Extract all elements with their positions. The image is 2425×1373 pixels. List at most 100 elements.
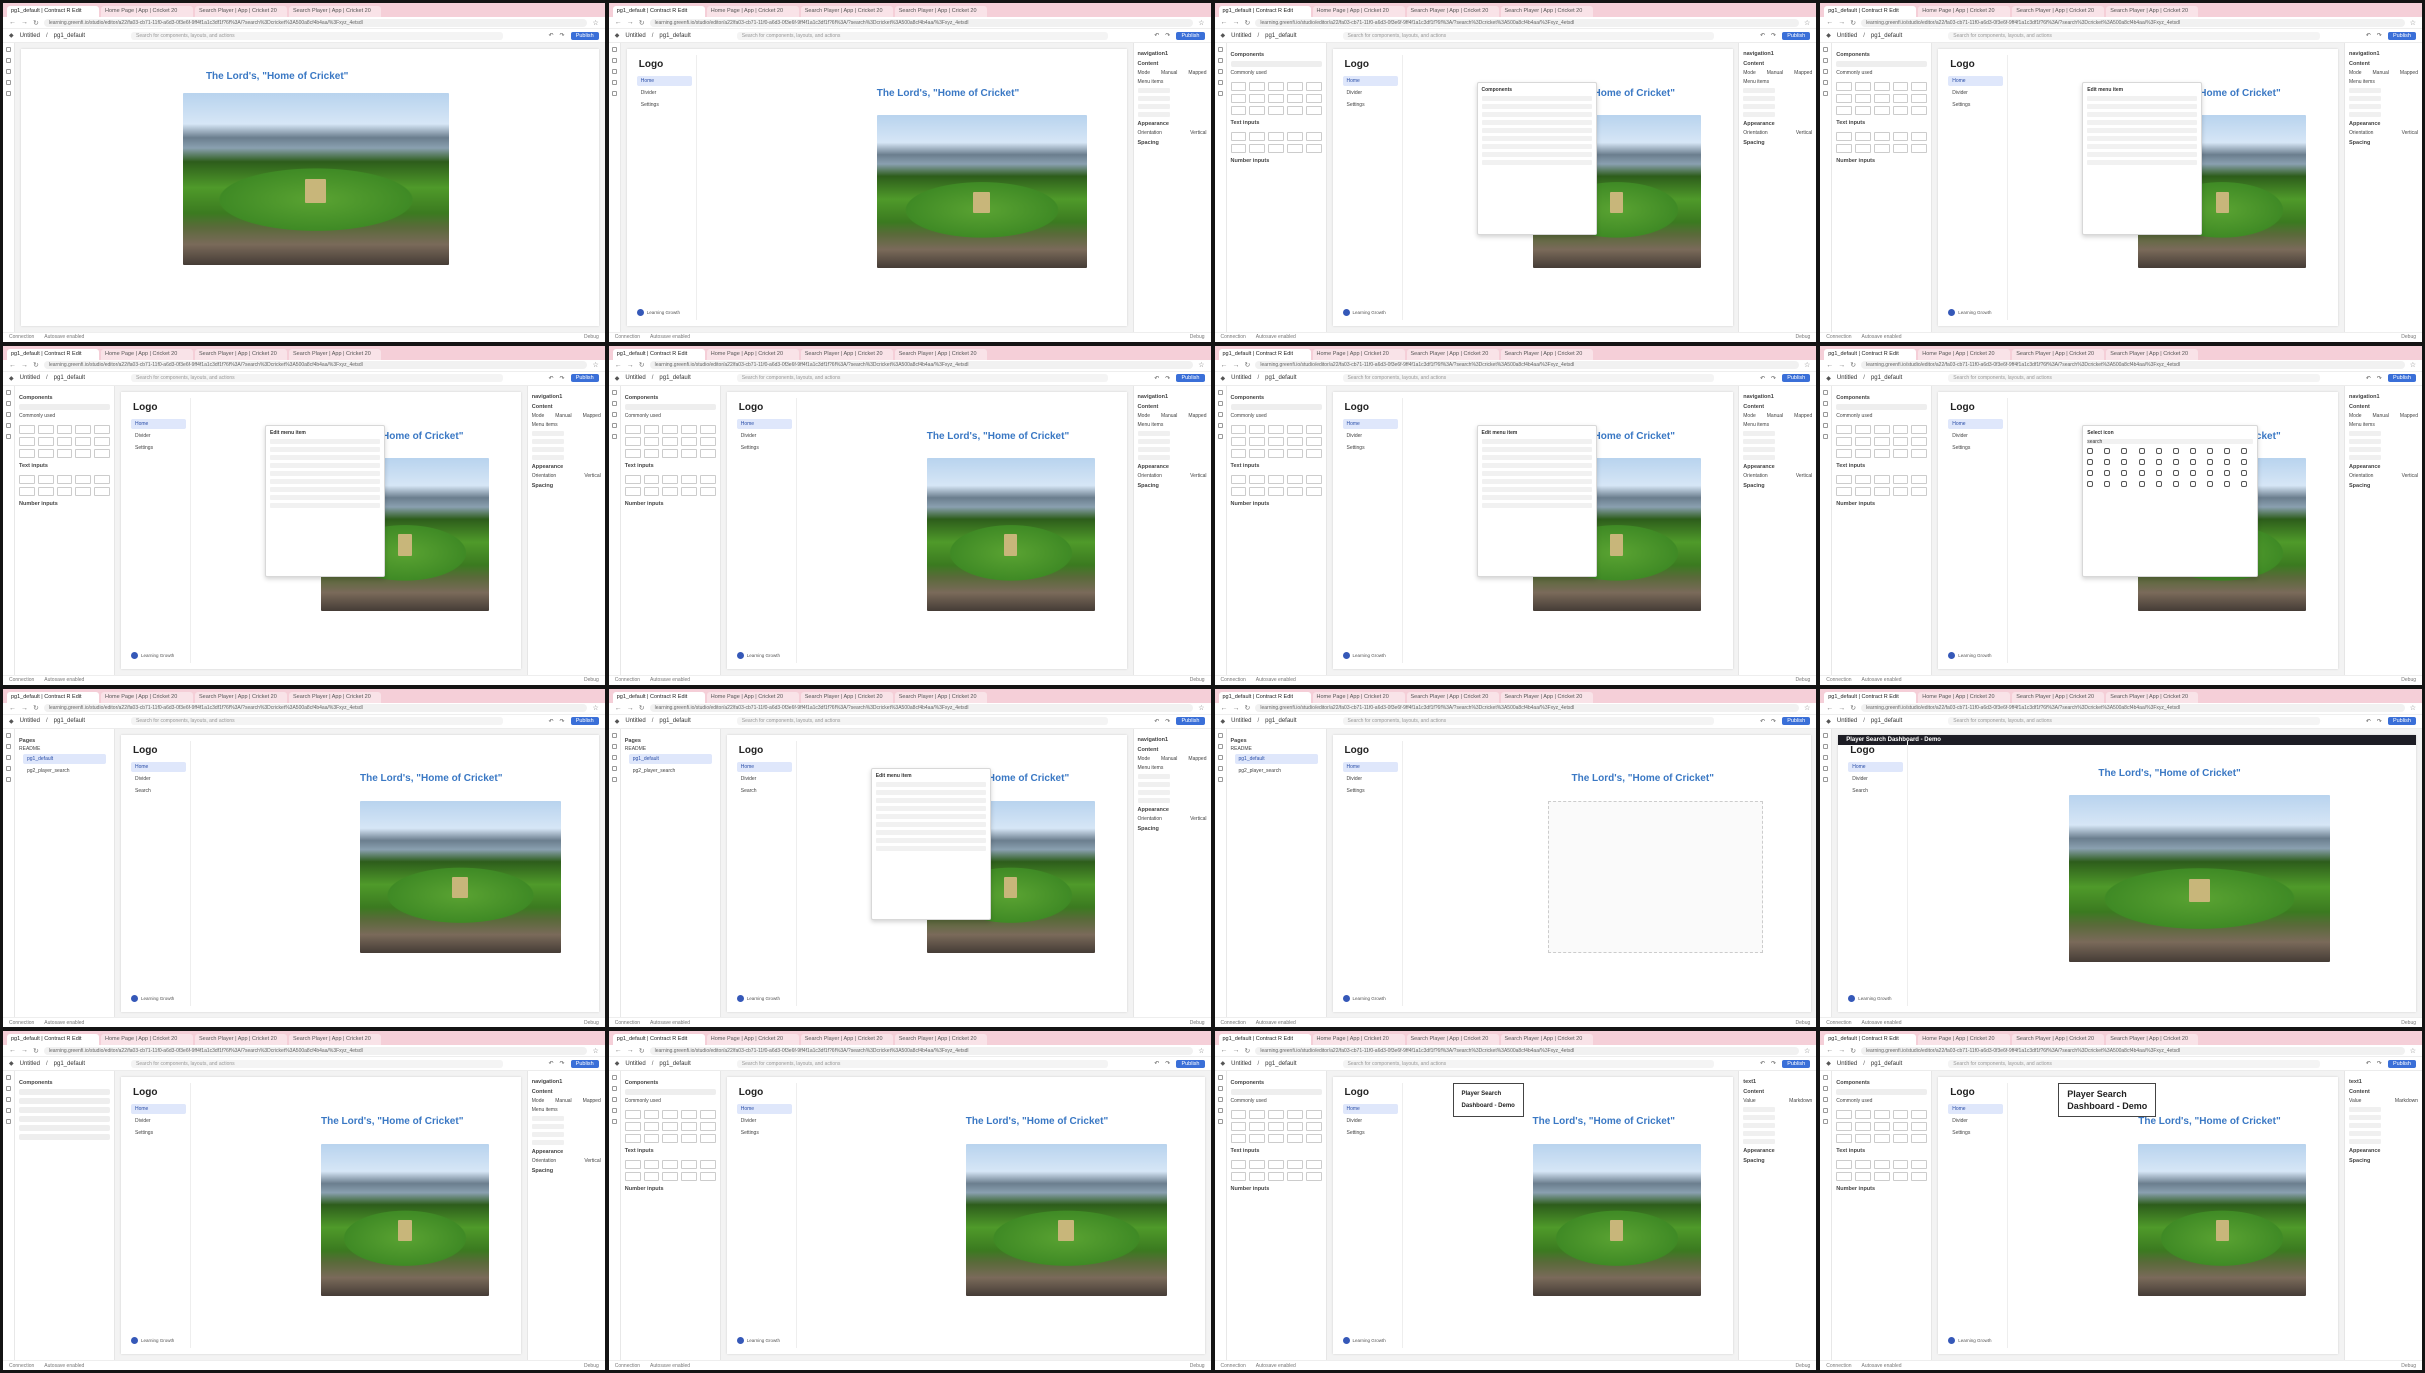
browser-tab[interactable]: pg1_default | Contract R Edit [1824, 691, 1917, 703]
back-arrow-icon[interactable]: ← [9, 362, 16, 369]
component-tile[interactable] [1230, 82, 1247, 91]
tree-icon[interactable] [1217, 1097, 1223, 1103]
icons-popover[interactable]: Select icon search [2082, 424, 2259, 578]
breadcrumb-app[interactable]: Untitled [1231, 718, 1251, 724]
component-tile[interactable] [1305, 106, 1322, 115]
component-tile[interactable] [1892, 82, 1909, 91]
menu-item-value[interactable] [1137, 88, 1170, 93]
component-tile[interactable] [1873, 94, 1890, 103]
manual-toggle[interactable]: Manual [555, 413, 571, 419]
tree-icon[interactable] [6, 69, 11, 74]
mapped-toggle[interactable]: Mapped [583, 413, 601, 419]
component-tile[interactable] [1892, 1122, 1909, 1132]
breadcrumb-page[interactable]: pg1_default [1871, 375, 1902, 381]
forward-arrow-icon[interactable]: → [21, 1047, 28, 1054]
browser-tab[interactable]: Home Page | App | Cricket 20 [1312, 1034, 1405, 1046]
editor-canvas[interactable]: Logo Home Divider Settings Learning Growth Th… [1326, 728, 1817, 1018]
component-tile[interactable] [1911, 448, 1928, 458]
component-tile[interactable] [662, 1160, 679, 1170]
page-default-item[interactable]: pg1_default [1234, 753, 1318, 764]
tree-icon[interactable] [6, 1097, 11, 1103]
component-tile[interactable] [643, 486, 660, 496]
component-tile[interactable] [1286, 474, 1303, 484]
component-tile[interactable] [681, 474, 697, 484]
nav-item-divider[interactable]: Divider [1343, 1116, 1398, 1126]
breadcrumb-page[interactable]: pg1_default [659, 1061, 690, 1067]
popover-field[interactable] [1481, 120, 1592, 126]
component-tile[interactable] [1836, 474, 1853, 484]
breadcrumb-app[interactable]: Untitled [1837, 375, 1857, 381]
component-tile[interactable] [1249, 436, 1266, 446]
component-tile[interactable] [1286, 1134, 1303, 1144]
forward-arrow-icon[interactable]: → [21, 705, 28, 712]
popover-field[interactable] [1481, 454, 1592, 460]
property-value[interactable] [1743, 1123, 1776, 1129]
nav-item-home[interactable]: Home [736, 761, 792, 772]
star-icon[interactable]: ☆ [2410, 361, 2416, 369]
breadcrumb-page[interactable]: pg1_default [54, 375, 85, 381]
search-input[interactable]: Search for components, layouts, and acti… [1948, 31, 2320, 40]
component-tile[interactable] [699, 1172, 716, 1182]
url-field[interactable]: learning.greenfi.io/studio/editor/a22/fa… [1861, 1046, 2405, 1055]
menu-item-row[interactable] [531, 1116, 601, 1122]
browser-tab[interactable]: Search Player | App | Cricket 20 [2012, 1034, 2105, 1046]
menu-item-value[interactable] [531, 1132, 564, 1138]
search-input[interactable]: Search for components, layouts, and acti… [131, 1059, 503, 1068]
back-arrow-icon[interactable]: ← [1221, 19, 1228, 26]
component-tile[interactable] [624, 436, 641, 446]
forward-arrow-icon[interactable]: → [627, 362, 634, 369]
component-tile[interactable] [1230, 1134, 1247, 1144]
browser-tab[interactable]: pg1_default | Contract R Edit [1824, 1034, 1917, 1046]
components-icon[interactable] [1217, 389, 1223, 395]
components-icon[interactable] [611, 1075, 617, 1081]
editor-canvas[interactable]: Logo Home Divider Search Learning Growth The … [115, 728, 605, 1018]
user-profile[interactable]: Learning Growth [1342, 309, 1386, 316]
component-tile[interactable] [1911, 1172, 1928, 1182]
component-tile[interactable] [1286, 94, 1303, 103]
icon-option[interactable] [2241, 458, 2248, 465]
component-tile[interactable] [624, 1172, 641, 1182]
menu-item-row[interactable] [2349, 454, 2418, 460]
popover-field[interactable] [2087, 144, 2198, 150]
menu-item-value[interactable] [531, 446, 564, 452]
state-icon[interactable] [1217, 776, 1223, 782]
icon-option[interactable] [2241, 469, 2248, 476]
property-value[interactable] [1743, 1139, 1776, 1145]
mapped-toggle[interactable]: Mapped [1794, 70, 1812, 76]
breadcrumb-app[interactable]: Untitled [625, 33, 645, 39]
menu-item-value[interactable] [1137, 104, 1170, 109]
property-value[interactable] [2349, 1139, 2381, 1145]
component-tile[interactable] [681, 1122, 697, 1132]
component-tile[interactable] [1855, 1122, 1871, 1132]
component-tile[interactable] [1305, 1110, 1322, 1120]
component-tile[interactable] [1836, 1110, 1853, 1120]
component-tile[interactable] [1873, 474, 1890, 484]
popover-field[interactable] [270, 446, 380, 452]
star-icon[interactable]: ☆ [1198, 704, 1204, 712]
back-arrow-icon[interactable]: ← [1826, 362, 1833, 369]
component-tile[interactable] [1249, 1110, 1266, 1120]
components-icon[interactable] [6, 389, 11, 395]
menu-item-row[interactable] [1137, 446, 1207, 452]
nav-item-settings[interactable]: Settings [1343, 443, 1398, 453]
popover-field[interactable] [2087, 128, 2198, 134]
state-icon[interactable] [611, 1119, 617, 1125]
tree-icon[interactable] [1217, 754, 1223, 760]
menu-item-row[interactable] [1137, 438, 1207, 444]
icon-option[interactable] [2121, 458, 2128, 465]
redo-icon[interactable]: ↷ [1165, 375, 1170, 382]
browser-tab[interactable]: Search Player | App | Cricket 20 [289, 691, 381, 703]
url-field[interactable]: learning.greenfi.io/studio/editor/a22/fa… [43, 361, 588, 370]
code-icon[interactable] [6, 1108, 11, 1114]
vertical-toggle[interactable]: Vertical [2402, 130, 2418, 136]
component-tile[interactable] [1855, 82, 1871, 91]
url-field[interactable]: learning.greenfi.io/studio/editor/a22/fa… [1861, 361, 2405, 370]
component-tile[interactable] [1305, 132, 1322, 141]
property-value[interactable] [2349, 1123, 2381, 1129]
publish-button[interactable]: Publish [570, 717, 599, 725]
component-tile[interactable] [1836, 436, 1853, 446]
breadcrumb-page[interactable]: pg1_default [54, 1061, 85, 1067]
code-icon[interactable] [1823, 765, 1829, 771]
component-tile[interactable] [1911, 424, 1928, 434]
component-tile[interactable] [1305, 82, 1322, 91]
